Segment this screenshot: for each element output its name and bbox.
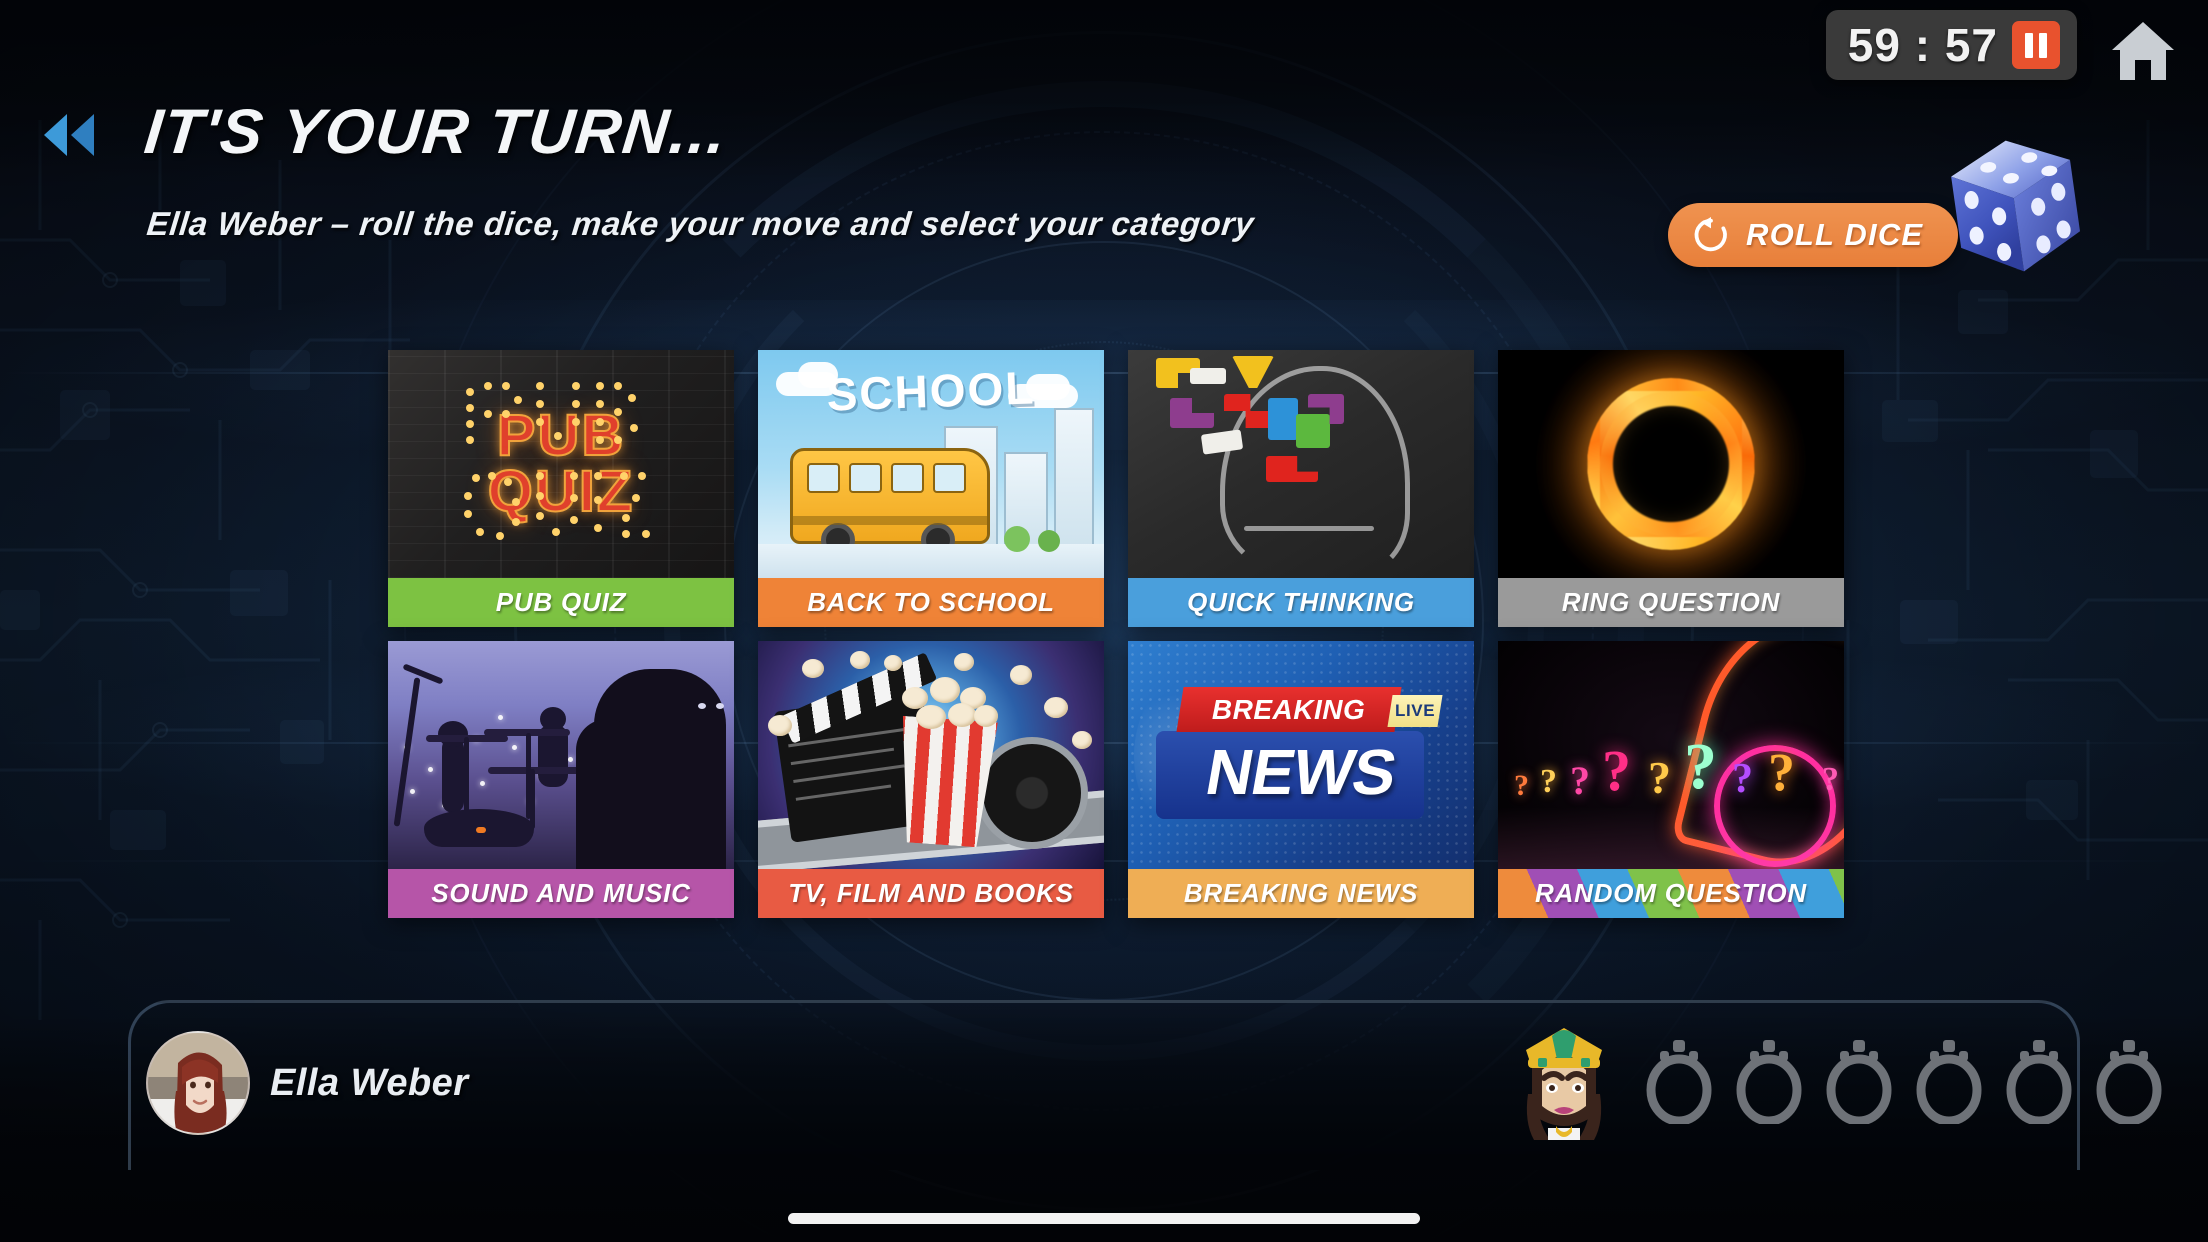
- token-slot[interactable]: [2000, 1038, 2078, 1126]
- category-tile-tv-film-and-books[interactable]: TV, FILM AND BOOKS: [758, 641, 1104, 918]
- pub-quiz-art: PUB QUIZ: [388, 350, 734, 578]
- category-label-quick-thinking: QUICK THINKING: [1128, 578, 1474, 627]
- category-tile-sound-and-music[interactable]: SOUND AND MUSIC: [388, 641, 734, 918]
- timer-chip: 59 : 57: [1825, 10, 2077, 80]
- sound-and-music-art: [388, 641, 734, 869]
- back-to-school-art-word: SCHOOL: [825, 361, 1037, 421]
- film-reel-icon: [976, 737, 1088, 849]
- pub-quiz-art-line-1: PUB: [496, 403, 626, 469]
- random-question-art: ? ? ? ? ? ? ? ? ?: [1498, 641, 1844, 869]
- category-tile-ring-question[interactable]: RING QUESTION: [1498, 350, 1844, 627]
- category-tile-back-to-school[interactable]: SCHOOL BACK TO SCHOOL: [758, 350, 1104, 627]
- back-to-school-art: SCHOOL: [758, 350, 1104, 578]
- tv-film-books-art: [758, 641, 1104, 869]
- roll-dice-button[interactable]: ROLL DICE: [1668, 203, 1958, 267]
- egyptian-queen-avatar-icon: [1526, 1028, 1602, 1140]
- category-tile-breaking-news[interactable]: BREAKING LIVE NEWS BREAKING NEWS: [1128, 641, 1474, 918]
- token-slot[interactable]: [1910, 1038, 1988, 1126]
- page-subtitle: Ella Weber – roll the dice, make your mo…: [145, 205, 1256, 242]
- category-label-pub-quiz: PUB QUIZ: [388, 578, 734, 627]
- opponent-avatar[interactable]: [1510, 1028, 1618, 1140]
- home-button[interactable]: [2110, 20, 2176, 82]
- token-slot[interactable]: [1820, 1038, 1898, 1126]
- player-name: Ella Weber: [270, 1062, 469, 1104]
- home-icon: [2112, 22, 2174, 80]
- trophy-token-icon: [2096, 1040, 2162, 1126]
- dice-icon[interactable]: [1940, 132, 2090, 282]
- quick-thinking-art: [1128, 350, 1474, 578]
- home-indicator: [788, 1213, 1420, 1224]
- trophy-token-icon: [1826, 1040, 1892, 1126]
- trophy-token-icon: [1736, 1040, 1802, 1126]
- category-tile-pub-quiz[interactable]: PUB QUIZ PUB QUIZ: [388, 350, 734, 627]
- category-tile-quick-thinking[interactable]: QUICK THINKING: [1128, 350, 1474, 627]
- category-label-breaking-news: BREAKING NEWS: [1128, 869, 1474, 918]
- category-label-back-to-school: BACK TO SCHOOL: [758, 578, 1104, 627]
- pub-quiz-art-line-2: QUIZ: [487, 459, 635, 524]
- game-screen: 59 : 57 IT'S YOUR TURN... Ella Weber – r…: [0, 0, 2208, 1242]
- breaking-news-art: BREAKING LIVE NEWS: [1128, 641, 1474, 869]
- ring-question-art: [1498, 350, 1844, 578]
- pause-button[interactable]: [2012, 21, 2060, 69]
- token-slot[interactable]: [1730, 1038, 1808, 1126]
- page-title: IT'S YOUR TURN...: [141, 97, 731, 167]
- token-slot[interactable]: [2090, 1038, 2168, 1126]
- breaking-news-art-headline: NEWS: [1200, 736, 1402, 808]
- breaking-news-art-banner: BREAKING: [1212, 693, 1366, 725]
- trophy-token-icon: [2006, 1040, 2072, 1126]
- refresh-circle-arrow-icon: [1694, 216, 1727, 252]
- category-label-random-question: RANDOM QUESTION: [1498, 869, 1844, 918]
- category-tile-random-question[interactable]: ? ? ? ? ? ? ? ? ? RANDOM QUESTION: [1498, 641, 1844, 918]
- school-bus-icon: [790, 448, 990, 557]
- trophy-token-icon: [1916, 1040, 1982, 1126]
- double-chevron-left-icon: [44, 114, 94, 156]
- token-slot[interactable]: [1640, 1038, 1718, 1126]
- category-label-sound-and-music: SOUND AND MUSIC: [388, 869, 734, 918]
- roll-dice-label: ROLL DICE: [1746, 217, 1924, 252]
- token-row: [1640, 1038, 2168, 1126]
- timer-value: 59 : 57: [1847, 19, 1998, 71]
- back-button[interactable]: [40, 112, 100, 158]
- category-label-tv-film-and-books: TV, FILM AND BOOKS: [758, 869, 1104, 918]
- category-grid: PUB QUIZ PUB QUIZ SCHOOL BACK TO SCHOOL …: [388, 350, 1844, 918]
- trophy-token-icon: [1646, 1040, 1712, 1126]
- player-avatar[interactable]: [146, 1031, 250, 1135]
- fire-ring-icon: [1587, 378, 1755, 550]
- category-label-ring-question: RING QUESTION: [1498, 578, 1844, 627]
- breaking-news-art-live-badge: LIVE: [1394, 701, 1436, 720]
